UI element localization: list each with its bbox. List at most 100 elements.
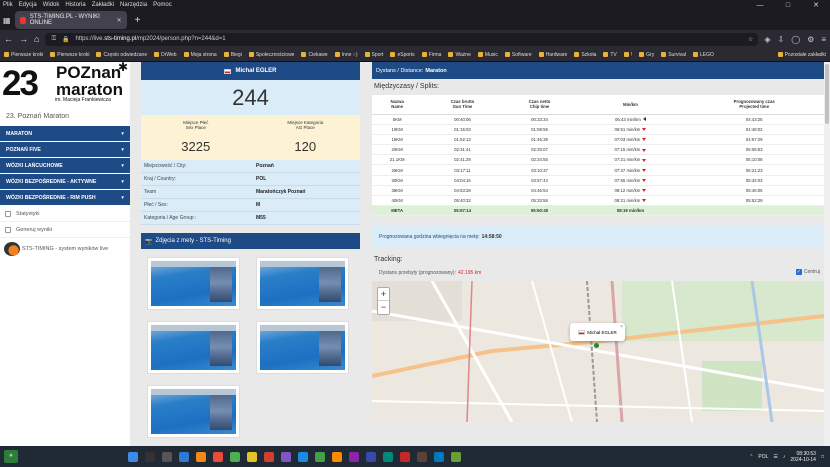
bookmark-star-icon[interactable]: ☆: [748, 36, 758, 43]
bookmark-item[interactable]: Ciekawe: [301, 52, 328, 58]
bookmark-item[interactable]: Gry: [639, 52, 654, 58]
shield-icon[interactable]: ⚿: [51, 36, 56, 43]
bookmark-item[interactable]: Ważne: [448, 51, 471, 58]
clock-date: 2024-10-14: [790, 456, 816, 463]
extensions-icon[interactable]: ⚙: [807, 35, 814, 44]
sidebar-link-generuj[interactable]: Generuj wyniki: [0, 222, 130, 238]
bookmark-item[interactable]: Pierwsze kroki: [4, 52, 43, 58]
bookmark-item[interactable]: Moja strona: [183, 52, 217, 58]
pocket-icon[interactable]: ◈: [764, 35, 770, 44]
app-icon[interactable]: [332, 451, 342, 462]
new-tab-icon[interactable]: +: [131, 15, 145, 26]
app-icon[interactable]: [417, 451, 427, 462]
sidebar-link-statystyki[interactable]: Statystyki: [0, 206, 130, 222]
bookmark-item[interactable]: Music: [477, 52, 498, 58]
finish-photo[interactable]: [256, 257, 349, 310]
chrome-icon[interactable]: [230, 451, 240, 462]
zoom-out-button[interactable]: −: [378, 301, 389, 314]
finish-photo[interactable]: [147, 385, 240, 438]
finish-photo[interactable]: [147, 257, 240, 310]
start-icon[interactable]: [128, 451, 138, 462]
minimize-icon[interactable]: —: [746, 0, 774, 12]
wifi-icon[interactable]: ☰: [773, 454, 777, 460]
edge-icon[interactable]: [179, 451, 189, 462]
app-icon[interactable]: [298, 451, 308, 462]
bookmark-item[interactable]: Biegi: [223, 52, 242, 58]
scrollbar-thumb[interactable]: [825, 64, 829, 124]
bookmark-item[interactable]: Inne :-): [334, 52, 358, 58]
close-icon[interactable]: ✕: [802, 0, 830, 12]
app-icon[interactable]: [349, 451, 359, 462]
tab-active[interactable]: STS-TIMING.PL - WYNIKI ONLINE ✕: [14, 11, 127, 29]
app-icon[interactable]: [264, 451, 274, 462]
menu-historia[interactable]: Historia: [65, 2, 85, 8]
page-scrollbar[interactable]: [824, 62, 830, 446]
split-cell: 07:15 min/km: [576, 144, 685, 156]
bookmark-item[interactable]: LEGO: [693, 52, 714, 58]
finish-photo[interactable]: [256, 321, 349, 374]
volume-icon[interactable]: ♪: [783, 454, 786, 460]
bookmark-item[interactable]: Sport: [364, 52, 383, 58]
finish-photo[interactable]: [147, 321, 240, 374]
bookmark-item[interactable]: DrWeb: [154, 52, 177, 58]
sidebar-menu-item[interactable]: WÓZKI BEZPOŚREDNIE - AKTYWNE ▾: [0, 174, 130, 189]
other-bookmarks[interactable]: Pozostałe zakładki: [777, 52, 830, 58]
popup-close-icon[interactable]: ×: [620, 324, 623, 330]
app-icon[interactable]: [315, 451, 325, 462]
menu-pomoc[interactable]: Pomoc: [153, 2, 172, 8]
menu-plik[interactable]: Plik: [3, 2, 13, 8]
menu-zakladki[interactable]: Zakładki: [92, 2, 114, 8]
notification-icon[interactable]: □: [821, 454, 824, 460]
bookmark-item[interactable]: !: [623, 52, 632, 58]
explorer-icon[interactable]: [247, 451, 257, 462]
sidebar-menu-item[interactable]: WÓZKI BEZPOŚREDNIE - RIM PUSH ▾: [0, 190, 130, 205]
bookmark-item[interactable]: Często odwiedzane: [96, 52, 147, 58]
menu-edycja[interactable]: Edycja: [19, 2, 37, 8]
forward-icon[interactable]: →: [19, 34, 28, 44]
sidebar-menu-item[interactable]: POZNAŃ FIVE ▾: [0, 142, 130, 157]
bookmark-item[interactable]: Software: [504, 52, 532, 58]
app-icon[interactable]: [434, 451, 444, 462]
sts-timing-link[interactable]: STS-TIMING - system wyników live: [0, 238, 130, 260]
clock[interactable]: 08:30:53 2024-10-14: [790, 451, 816, 463]
search-icon[interactable]: [145, 451, 155, 462]
app-icon[interactable]: [281, 451, 291, 462]
sidebar-menu-item[interactable]: MARATON ▾: [0, 126, 130, 141]
app-icon[interactable]: [451, 451, 461, 462]
bookmark-item[interactable]: Hardware: [538, 52, 567, 58]
app-icon[interactable]: [213, 451, 223, 462]
firefox-icon[interactable]: [196, 451, 206, 462]
url-bar[interactable]: ⚿ 🔒 https://live.sts-timing.pl/mp2024/pe…: [45, 32, 759, 46]
bookmark-item[interactable]: Pierwsze kroki: [50, 52, 89, 58]
menu-narzedzia[interactable]: Narzędzia: [120, 2, 147, 8]
downloads-icon[interactable]: ⇩: [778, 35, 785, 44]
taskview-icon[interactable]: [162, 451, 172, 462]
bookmark-label: Ważne: [455, 51, 471, 58]
account-icon[interactable]: ◯: [791, 35, 800, 44]
bookmark-item[interactable]: Firma: [421, 52, 441, 58]
bookmark-item[interactable]: eSports: [390, 52, 415, 58]
zoom-in-button[interactable]: +: [378, 288, 389, 302]
center-checkbox[interactable]: ✓ Centruj: [795, 269, 820, 276]
language-indicator[interactable]: POL: [758, 454, 768, 460]
bookmark-item[interactable]: Survival: [661, 52, 686, 58]
app-icon[interactable]: [366, 451, 376, 462]
widgets-icon[interactable]: ☀: [4, 450, 18, 463]
app-icon[interactable]: [383, 451, 393, 462]
tab-close-icon[interactable]: ✕: [117, 17, 122, 24]
poznan-maraton-logo[interactable]: 23 POZnan maraton ✱ im. Macieja Frankiew…: [0, 62, 130, 110]
sidebar-menu-item[interactable]: WÓZKI LAŃCUCHOWE ▾: [0, 158, 130, 173]
maximize-icon[interactable]: □: [774, 0, 802, 12]
menu-widok[interactable]: Widok: [43, 2, 60, 8]
bookmark-item[interactable]: Społecznościowe: [248, 52, 294, 58]
tab-list-icon[interactable]: ▦: [3, 16, 11, 25]
bookmark-item[interactable]: TV: [603, 52, 617, 58]
home-icon[interactable]: ⌂: [34, 34, 39, 44]
app-menu-icon[interactable]: ≡: [821, 35, 826, 44]
bookmark-item[interactable]: Szkoła: [574, 52, 596, 58]
tracking-map[interactable]: + − Michał EGLER ×: [372, 281, 824, 423]
back-icon[interactable]: ←: [4, 34, 13, 44]
lock-icon[interactable]: 🔒: [62, 36, 69, 43]
app-icon[interactable]: [400, 451, 410, 462]
tray-chevron-icon[interactable]: ⌃: [749, 454, 753, 460]
